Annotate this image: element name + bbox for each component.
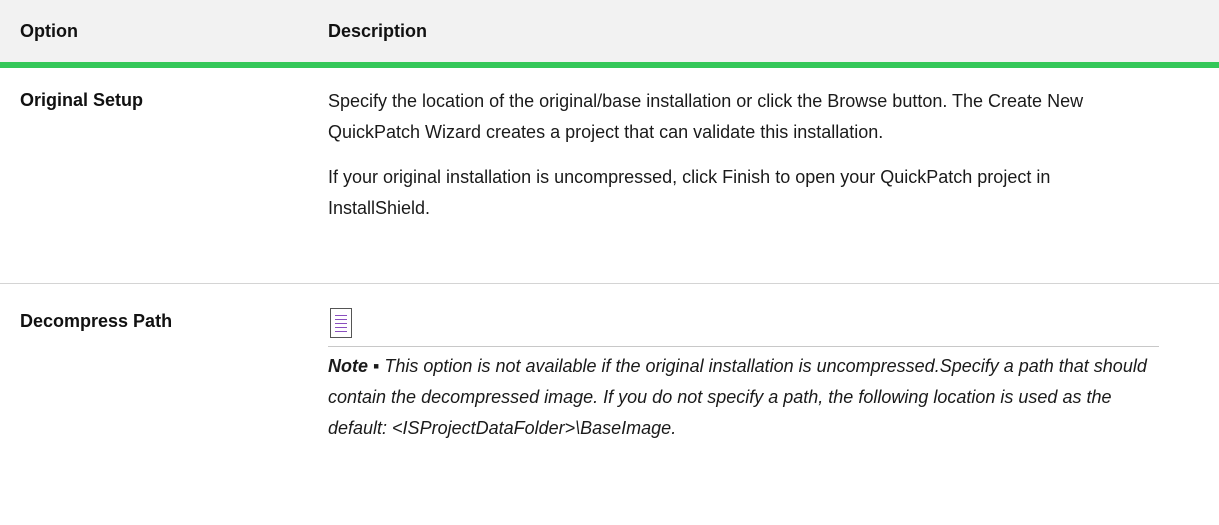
header-description: Description bbox=[328, 20, 428, 41]
note-text: Note ▪ This option is not available if t… bbox=[328, 351, 1158, 444]
note-icon bbox=[330, 308, 352, 338]
description-paragraph: If your original installation is uncompr… bbox=[328, 167, 1051, 218]
header-option: Option bbox=[20, 20, 78, 41]
note-divider bbox=[328, 346, 1159, 347]
table-row: Original Setup Specify the location of t… bbox=[0, 68, 1219, 284]
note-label: Note ▪ bbox=[328, 356, 380, 376]
option-description: Note ▪ This option is not available if t… bbox=[328, 284, 1219, 444]
table-header: Option Description bbox=[0, 0, 1219, 68]
description-paragraph: Specify the location of the original/bas… bbox=[328, 91, 1084, 142]
table-row: Decompress Path Note ▪ This option is no… bbox=[0, 284, 1219, 444]
note-body: This option is not available if the orig… bbox=[328, 356, 1147, 438]
option-name: Original Setup bbox=[20, 90, 144, 110]
option-name: Decompress Path bbox=[20, 311, 173, 331]
options-table: Option Description Original Setup Specif… bbox=[0, 0, 1219, 444]
option-description: Specify the location of the original/bas… bbox=[328, 68, 1219, 283]
